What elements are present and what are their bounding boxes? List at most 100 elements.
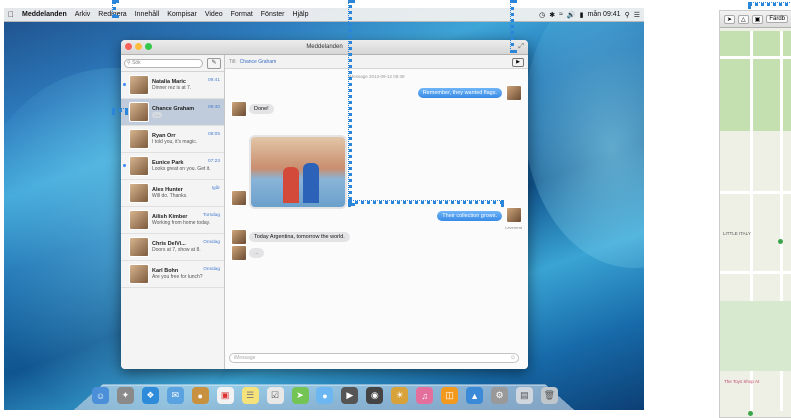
battery-icon[interactable]: ▮ <box>580 11 584 19</box>
photo-person <box>303 163 319 203</box>
safari-icon[interactable]: ❖ <box>141 387 159 404</box>
photo-person <box>283 167 299 203</box>
conversation-time: Onsdag <box>203 267 220 272</box>
unread-dot <box>123 83 126 86</box>
message-input-placeholder: iMessage <box>234 355 256 361</box>
fullscreen-icon[interactable]: ⤢ <box>518 40 524 54</box>
conversation-item[interactable]: Karl Bohn Are you free for lunch? Onsdag <box>121 261 224 288</box>
maps-icon[interactable]: ➤ <box>291 387 309 404</box>
car-icon[interactable]: ▣ <box>751 14 764 24</box>
contact-avatar <box>231 229 247 245</box>
iphoto-icon[interactable]: ☀ <box>391 387 409 404</box>
map-pin-icon[interactable] <box>748 411 753 416</box>
wallpaper-wave <box>524 8 644 268</box>
mail-icon[interactable]: ✉ <box>166 387 184 404</box>
messages-icon[interactable]: ● <box>316 387 334 404</box>
conversation-time: 08:05 <box>207 132 220 137</box>
callout-line <box>112 108 128 112</box>
outgoing-message: Remember, they wanted flags. <box>417 88 502 98</box>
my-avatar <box>506 207 522 223</box>
avatar <box>129 102 149 122</box>
message-snippet: Dinner rez is at 7. <box>152 85 192 91</box>
time-machine-icon[interactable]: ◷ <box>539 11 545 19</box>
avatar <box>129 156 149 176</box>
map-label: LITTLE ITALY <box>723 231 751 236</box>
compose-button[interactable]: ✎ <box>207 57 221 69</box>
conversation-item[interactable]: Ailish Kimber Working from home today. To… <box>121 207 224 234</box>
directions-button[interactable]: Färdb <box>766 15 789 23</box>
conversation-item[interactable]: Alex Hunter Will do. Thanks. Igår <box>121 180 224 207</box>
ibooks-icon[interactable]: ◫ <box>441 387 459 404</box>
menu-kompisar[interactable]: Kompisar <box>163 11 201 18</box>
incoming-message: Done! <box>249 104 274 114</box>
calendar-icon[interactable]: ▣ <box>216 387 234 404</box>
app-store-icon[interactable]: ▲ <box>466 387 484 404</box>
menu-video[interactable]: Video <box>201 11 227 18</box>
photo-attachment[interactable] <box>249 135 347 209</box>
minimize-button[interactable] <box>135 43 142 50</box>
message-snippet: Will do. Thanks. <box>152 193 188 199</box>
conversation-item-selected[interactable]: Chance Graham... 09:40 <box>121 99 224 126</box>
conversation-time: 07:23 <box>207 159 220 164</box>
message-snippet: Working from home today. <box>152 220 211 226</box>
spotlight-icon[interactable]: ⚲ <box>625 11 630 19</box>
menu-innehall[interactable]: Innehåll <box>131 11 164 18</box>
wifi-icon[interactable]: ≈ <box>559 11 563 18</box>
apple-menu-icon[interactable]:  <box>4 10 18 19</box>
zoom-button[interactable] <box>145 43 152 50</box>
reminders-icon[interactable]: ☑ <box>266 387 284 404</box>
search-input[interactable]: ⚲ Sök <box>124 58 203 68</box>
desktop:  Meddelanden Arkiv Redigera Innehåll Ko… <box>4 8 644 410</box>
callout-line <box>510 0 514 53</box>
contacts-icon[interactable]: ● <box>191 387 209 404</box>
close-button[interactable] <box>125 43 132 50</box>
clock[interactable]: mån 09:41 <box>587 11 620 18</box>
menu-fonster[interactable]: Fönster <box>257 11 289 18</box>
notes-icon[interactable]: ☰ <box>241 387 259 404</box>
launchpad-icon[interactable]: ✦ <box>116 387 134 404</box>
volume-icon[interactable]: 🔊 <box>567 11 576 19</box>
location-icon[interactable]: ➤ <box>724 14 736 24</box>
system-preferences-icon[interactable]: ⚙ <box>491 387 508 404</box>
message-input[interactable]: iMessage ☺ <box>229 353 519 363</box>
map-pin-icon[interactable] <box>778 239 783 244</box>
menu-hjalp[interactable]: Hjälp <box>289 11 313 18</box>
map-poi-label: The Toys Shop At <box>724 379 760 384</box>
menu-bar:  Meddelanden Arkiv Redigera Innehåll Ko… <box>4 8 644 22</box>
search-placeholder: Sök <box>132 60 141 66</box>
avatar <box>129 183 149 203</box>
conversation-list: ⚲ Sök ✎ Natalia Maric Dinner rez is at 7.… <box>121 55 225 369</box>
finder-icon[interactable]: ☺ <box>92 387 109 404</box>
photo-booth-icon[interactable]: ◉ <box>366 387 384 404</box>
menu-app-name[interactable]: Meddelanden <box>18 11 71 18</box>
messages-window: Meddelanden ⤢ ⚲ Sök ✎ Natalia Maric Dinne… <box>121 40 528 369</box>
conversation-item[interactable]: Eunice Park Looks great on you. Get it. 0… <box>121 153 224 180</box>
recipient-name[interactable]: Chance Graham <box>240 59 277 65</box>
menu-arkiv[interactable]: Arkiv <box>71 11 95 18</box>
conversation-time: 09:40 <box>207 105 220 110</box>
documents-folder-icon[interactable]: ▤ <box>515 387 533 404</box>
unread-dot <box>123 164 126 167</box>
conversation-item[interactable]: Natalia Maric Dinner rez is at 7. 09:41 <box>121 72 224 99</box>
bluetooth-icon[interactable]: ✱ <box>549 11 555 19</box>
itunes-icon[interactable]: ♫ <box>416 387 434 404</box>
dock: ☺ ✦ ❖ ✉ ● ▣ ☰ ☑ ➤ ● ▶ ◉ ☀ ♫ ◫ ▲ ⚙ ▤ 🗑 <box>92 380 558 404</box>
menu-format[interactable]: Format <box>227 11 257 18</box>
maps-window: ➤ △ ▣ Färdb LITTLE ITALY The Toys Shop A… <box>719 10 791 418</box>
map-park <box>720 301 791 371</box>
window-titlebar[interactable]: Meddelanden ⤢ <box>121 40 528 55</box>
contact-avatar <box>231 101 247 117</box>
conversation-item[interactable]: Ryan Orr I told you, it's magic. 08:05 <box>121 126 224 153</box>
contact-avatar <box>231 190 247 206</box>
conversation-item[interactable]: Chris DelVi... Doors at 7, show at 8. Ons… <box>121 234 224 261</box>
avatar <box>129 210 149 230</box>
window-title: Meddelanden <box>306 44 343 50</box>
trash-icon[interactable]: 🗑 <box>540 387 558 404</box>
emoji-icon[interactable]: ☺ <box>510 355 516 361</box>
map-street <box>720 271 791 274</box>
facetime-icon[interactable]: ▶ <box>341 387 359 404</box>
video-call-icon[interactable]: ▶ <box>512 58 524 67</box>
avatar <box>129 237 149 257</box>
notification-center-icon[interactable]: ☰ <box>634 11 640 19</box>
3d-icon[interactable]: △ <box>738 14 749 24</box>
